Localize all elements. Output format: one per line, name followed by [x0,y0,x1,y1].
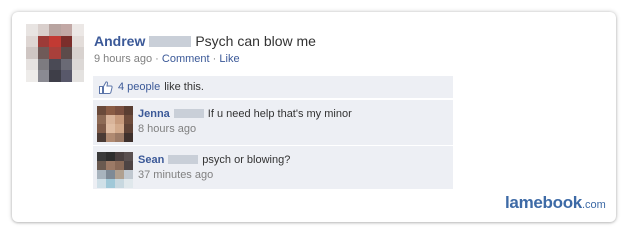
comment-timestamp: 37 minutes ago [138,169,214,181]
post-meta: 9 hours ago · Comment · Like [94,53,240,65]
redacted-surname [149,35,192,47]
commenter-avatar[interactable] [97,106,133,142]
post-author-name[interactable]: Andrew [94,33,145,49]
lamebook-watermark: lamebook.com [505,193,606,213]
post-text: Psych can blow me [195,33,316,49]
meta-separator: · [212,53,217,65]
comment-author-name[interactable]: Sean [138,154,164,166]
likes-suffix: like this. [164,81,204,93]
post-line: Andrew Psych can blow me [94,33,316,49]
comment-item: Sean psych or blowing? 37 minutes ago [93,145,453,189]
meta-separator: · [155,53,159,65]
redacted-surname [173,108,204,118]
watermark-brand: lamebook [505,193,582,212]
likes-count-link[interactable]: 4 people [118,81,160,93]
commenter-avatar[interactable] [97,152,133,188]
watermark-tld: .com [581,199,606,211]
comment-line: Jenna If u need help that's my minor [138,108,352,120]
comment-item: Jenna If u need help that's my minor 8 ho… [93,99,453,146]
comment-author-name[interactable]: Jenna [138,108,170,120]
post-timestamp: 9 hours ago [94,53,153,65]
likes-bar: 4 people like this. [93,76,453,98]
like-link[interactable]: Like [219,53,239,65]
comment-timestamp: 8 hours ago [138,123,197,135]
comment-text: psych or blowing? [202,154,291,166]
comment-line: Sean psych or blowing? [138,154,290,166]
comment-text: If u need help that's my minor [207,108,352,120]
redacted-surname [168,154,199,164]
author-avatar[interactable] [26,24,84,82]
comment-link[interactable]: Comment [162,53,210,65]
thumbs-up-icon [99,80,113,94]
